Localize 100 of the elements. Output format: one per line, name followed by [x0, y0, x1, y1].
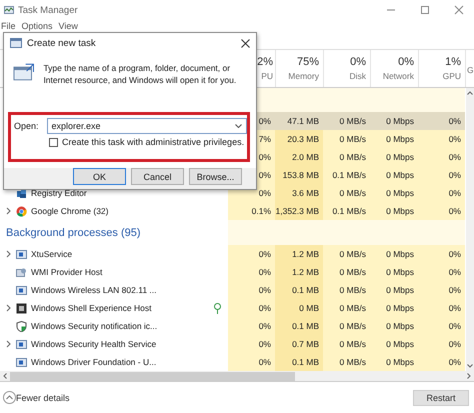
table-cell: 0 Mbps: [370, 281, 418, 299]
group-heading: Background processes (95): [5, 226, 141, 238]
open-combo-field[interactable]: explorer.exe: [46, 118, 247, 134]
table-cell: 0%: [418, 148, 465, 166]
table-cell: 0%: [418, 130, 465, 148]
process-name: Registry Editor: [31, 188, 88, 198]
scroll-down-icon: [467, 364, 473, 368]
table-cell: 0%: [418, 353, 465, 371]
table-cell: 0 Mbps: [370, 130, 418, 148]
scroll-left-icon: [3, 373, 7, 379]
table-cell: 1.2 MB: [275, 245, 323, 263]
table-cell: 47.1 MB: [275, 112, 323, 130]
table-cell: 0%: [418, 317, 465, 335]
table-cell: 20.3 MB: [275, 130, 323, 148]
table-cell: 0 MB/s: [323, 148, 370, 166]
window-icon: [16, 302, 27, 314]
table-cell: 0 Mbps: [370, 202, 418, 220]
table-cell: 0%: [228, 263, 275, 281]
gears-icon: [16, 266, 27, 278]
service-icon: [16, 338, 27, 350]
table-cell: 0 MB/s: [323, 353, 370, 371]
process-name: Google Chrome (32): [31, 206, 110, 216]
table-cell: 0 Mbps: [370, 112, 418, 130]
table-cell: 1,352.3 MB: [275, 202, 323, 220]
table-cell: 0 Mbps: [370, 353, 418, 371]
dialog-button[interactable]: Browse...: [189, 168, 242, 185]
vertical-scrollbar[interactable]: [466, 88, 474, 371]
table-cell: 0 MB/s: [323, 281, 370, 299]
run-icon: [10, 38, 22, 48]
expand-chevron-icon[interactable]: [6, 340, 10, 348]
table-cell: 0.1 MB: [275, 281, 323, 299]
process-name: Windows Driver Foundation - U...: [31, 357, 158, 367]
table-cell: 0 Mbps: [370, 335, 418, 353]
process-name: Windows Wireless LAN 802.11 ...: [31, 285, 158, 295]
expand-chevron-icon[interactable]: [6, 250, 10, 258]
process-name: Windows Shell Experience Host: [31, 303, 152, 313]
table-cell: 0.1 MB/s: [323, 202, 370, 220]
table-cell: 0 MB/s: [323, 263, 370, 281]
scrollbar-thumb[interactable]: [10, 372, 295, 380]
table-cell: 0 Mbps: [370, 184, 418, 202]
table-cell: 0 MB/s: [323, 299, 370, 317]
expand-chevron-icon[interactable]: [6, 304, 10, 312]
table-cell: 0%: [418, 202, 465, 220]
scroll-right-icon: [467, 373, 471, 379]
table-cell: 0 Mbps: [370, 317, 418, 335]
admin-checkbox[interactable]: [49, 138, 58, 147]
chrome-icon: [16, 206, 27, 216]
process-name: Windows Security notification ic...: [31, 321, 158, 331]
table-cell: 0.7 MB: [275, 335, 323, 353]
column-header[interactable]: G: [465, 50, 474, 87]
expand-chevron-icon[interactable]: [6, 207, 10, 215]
table-cell: 0%: [418, 335, 465, 353]
table-cell: 0 MB/s: [323, 184, 370, 202]
process-name: XtuService: [31, 249, 74, 259]
table-cell: 0%: [228, 317, 275, 335]
menu-item[interactable]: Options: [22, 21, 53, 31]
service-icon: [16, 248, 27, 260]
table-cell: 0%: [418, 166, 465, 184]
dialog-button[interactable]: Cancel: [131, 168, 184, 185]
table-cell: 0 MB/s: [323, 317, 370, 335]
scroll-up-icon: [467, 91, 473, 95]
fewer-details-link[interactable]: Fewer details: [16, 392, 70, 402]
table-cell: 0 Mbps: [370, 166, 418, 184]
table-cell: 3.6 MB: [275, 184, 323, 202]
shield-icon: [16, 320, 27, 332]
table-cell: 2.0 MB: [275, 148, 323, 166]
menu-item[interactable]: File: [1, 21, 16, 31]
table-cell: 0%: [418, 281, 465, 299]
table-cell: 0 MB/s: [323, 130, 370, 148]
table-cell: 0 Mbps: [370, 299, 418, 317]
table-cell: 0 Mbps: [370, 148, 418, 166]
table-cell: 0 MB/s: [323, 112, 370, 130]
table-cell: 0 MB: [275, 299, 323, 317]
close-icon: [240, 38, 250, 48]
table-cell: 0 MB/s: [323, 245, 370, 263]
dialog-message: Type the name of a program, folder, document, or Internet resource, and Windows will open it for you.: [43, 63, 238, 87]
service-icon: [16, 284, 27, 296]
table-cell: 0.1%: [228, 202, 275, 220]
table-cell: 0 MB/s: [323, 335, 370, 353]
dialog-button[interactable]: OK: [73, 168, 126, 185]
table-cell: 1.2 MB: [275, 263, 323, 281]
process-name: Windows Security Health Service: [31, 339, 158, 349]
table-cell: 0 Mbps: [370, 245, 418, 263]
table-cell: 0 Mbps: [370, 263, 418, 281]
table-cell: 0%: [228, 335, 275, 353]
table-cell: 153.8 MB: [275, 166, 323, 184]
table-cell: 0%: [418, 299, 465, 317]
table-cell: 0%: [228, 281, 275, 299]
table-cell: 0.1 MB/s: [323, 166, 370, 184]
table-cell: 0%: [418, 263, 465, 281]
dropdown-caret-icon: [234, 124, 242, 128]
dialog-title: Create new task: [27, 38, 97, 48]
table-cell: 0%: [228, 299, 275, 317]
table-cell: 0%: [418, 245, 465, 263]
window-title: Task Manager: [18, 4, 78, 16]
close-icon: [454, 5, 464, 15]
table-cell: 0%: [228, 245, 275, 263]
menu-item[interactable]: View: [58, 21, 78, 31]
table-cell: 0.1 MB: [275, 317, 323, 335]
restart-button[interactable]: Restart: [413, 390, 469, 406]
